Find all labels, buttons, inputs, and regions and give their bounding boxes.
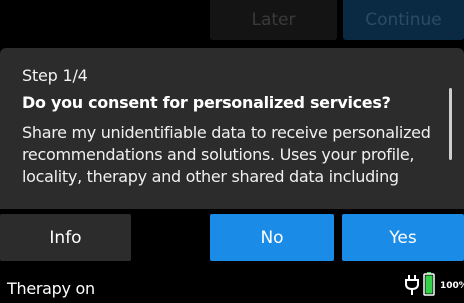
background-continue-button: Continue xyxy=(343,0,464,40)
dialog-question: Do you consent for personalized services… xyxy=(22,93,391,112)
info-button[interactable]: Info xyxy=(0,214,131,261)
status-bar: Therapy on 100% xyxy=(0,267,464,303)
therapy-status: Therapy on xyxy=(7,279,95,298)
plug-icon xyxy=(405,275,419,295)
background-later-button: Later xyxy=(210,0,337,40)
screen: Later Continue Step 1/4 Do you consent f… xyxy=(0,0,464,303)
battery-icon xyxy=(423,272,435,296)
battery-percent: 100% xyxy=(440,281,464,291)
yes-button[interactable]: Yes xyxy=(342,214,464,261)
step-indicator: Step 1/4 xyxy=(22,66,88,85)
no-button[interactable]: No xyxy=(210,214,334,261)
dialog-body-text[interactable]: Share my unidentifiable data to receive … xyxy=(22,122,442,188)
dialog-scrollbar[interactable] xyxy=(449,88,452,160)
consent-dialog: Step 1/4 Do you consent for personalized… xyxy=(0,48,464,209)
